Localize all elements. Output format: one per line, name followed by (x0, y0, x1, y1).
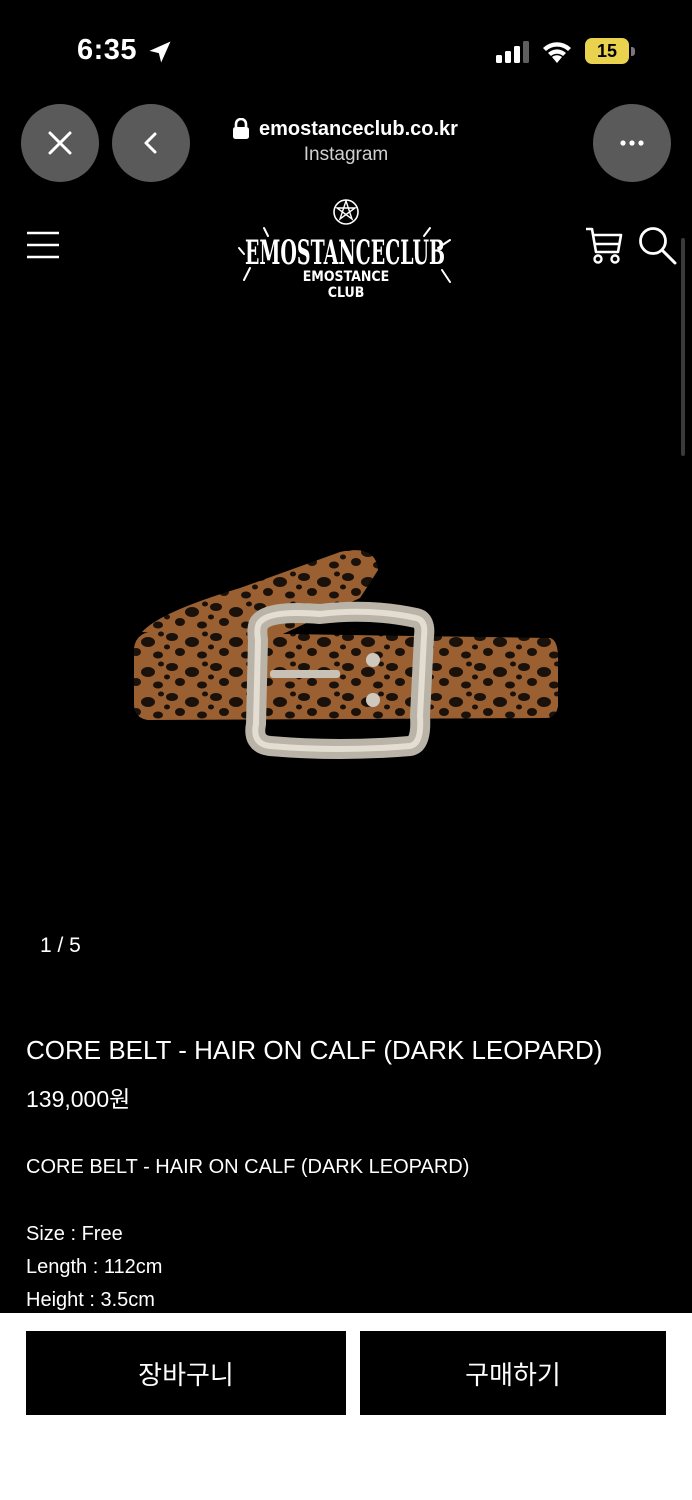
add-to-cart-button[interactable]: 장바구니 (26, 1331, 346, 1415)
buy-now-button[interactable]: 구매하기 (360, 1331, 666, 1415)
close-button[interactable] (21, 104, 99, 182)
page-scrollbar[interactable] (681, 238, 685, 456)
product-price: 139,000원 (26, 1086, 131, 1112)
lock-icon (233, 118, 249, 139)
belt-image (134, 550, 558, 759)
url-display[interactable]: emostanceclub.co.kr (232, 115, 472, 143)
search-icon[interactable] (636, 224, 678, 266)
url-text: emostanceclub.co.kr (259, 117, 458, 140)
site-logo[interactable]: EMOSTANCECLUB EMOSTANCE CLUB (238, 196, 452, 301)
spec-length: Length : 112cm (26, 1256, 163, 1278)
close-icon (48, 131, 72, 155)
product-image[interactable] (120, 540, 570, 760)
battery-level: 15 (585, 38, 629, 64)
image-pager: 1 / 5 (40, 934, 81, 957)
url-source: Instagram (303, 144, 389, 165)
status-bar: 6:35 15 (0, 0, 692, 100)
location-arrow-icon (149, 41, 171, 63)
hamburger-menu-icon[interactable] (26, 230, 60, 260)
svg-text:EMOSTANCECLUB: EMOSTANCECLUB (245, 233, 445, 273)
status-time: 6:35 (77, 34, 138, 66)
bottom-action-bar: 장바구니 구매하기 (0, 1313, 692, 1500)
svg-text:CLUB: CLUB (328, 285, 365, 300)
spec-height: Height : 3.5cm (26, 1289, 155, 1311)
cart-icon[interactable] (584, 224, 624, 266)
svg-text:EMOSTANCE: EMOSTANCE (303, 269, 390, 285)
chevron-left-icon (144, 132, 157, 154)
back-button[interactable] (112, 104, 190, 182)
battery-icon: 15 (585, 38, 635, 64)
wifi-icon (543, 42, 571, 63)
more-button[interactable] (593, 104, 671, 182)
description-title: CORE BELT - HAIR ON CALF (DARK LEOPARD) (26, 1156, 470, 1178)
more-icon (620, 140, 644, 146)
product-title: CORE BELT - HAIR ON CALF (DARK LEOPARD) (26, 1035, 603, 1065)
battery-tip (631, 47, 635, 56)
spec-size: Size : Free (26, 1223, 123, 1245)
logo-graphic: EMOSTANCECLUB EMOSTANCE CLUB (238, 198, 451, 301)
cellular-signal-icon (496, 41, 529, 63)
